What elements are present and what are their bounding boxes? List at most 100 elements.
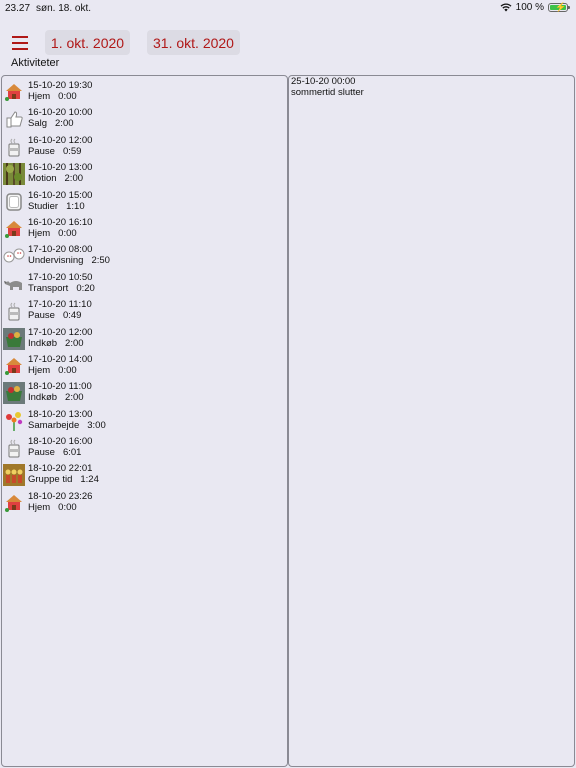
activity-datetime: 18-10-20 22:01 [28, 463, 93, 475]
house-icon [3, 355, 25, 377]
activity-name: Hjem [28, 227, 51, 239]
activity-name-line: Salg 2:00 [28, 118, 74, 129]
activity-duration: 6:01 [62, 447, 82, 459]
house-icon [3, 492, 25, 514]
activity-name: Gruppe tid [28, 474, 73, 486]
activity-duration: 0:00 [58, 364, 77, 376]
faces-icon [3, 245, 25, 267]
activity-name-line: Hjem 0:00 [28, 502, 77, 513]
activity-name: Transport [28, 282, 69, 294]
activity-duration: 1:24 [80, 474, 99, 486]
activity-row[interactable]: 17-10-20 14:00 Hjem 0:00 [2, 353, 287, 380]
section-title: Aktiviteter [11, 57, 60, 69]
activity-row[interactable]: 16-10-20 13:00 Motion 2:00 [2, 161, 287, 188]
activity-list: 15-10-20 19:30 Hjem 0:00 16-10-20 10:00 Salg… [2, 79, 287, 517]
status-right: 100 % ⚡ [500, 2, 570, 13]
activity-name-line: Pause 6:01 [28, 447, 81, 458]
wifi-icon [500, 3, 512, 12]
activity-name-line: Pause 0:49 [28, 310, 81, 321]
rhino-icon [3, 273, 25, 295]
activity-duration: 3:00 [87, 419, 106, 431]
activity-row[interactable]: 17-10-20 08:00 Undervisning 2:50 [2, 243, 287, 270]
activity-row[interactable]: 17-10-20 12:00 Indkøb 2:00 [2, 326, 287, 353]
shopping-basket-icon [3, 382, 25, 405]
activity-duration: 0:00 [58, 501, 77, 513]
activity-row[interactable]: 16-10-20 10:00 Salg 2:00 [2, 106, 287, 133]
activity-name: Motion [28, 173, 57, 185]
activity-name-line: Indkøb 2:00 [28, 392, 84, 403]
activity-row[interactable]: 18-10-20 13:00 Samarbejde 3:00 [2, 408, 287, 435]
activity-row[interactable]: 16-10-20 16:10 Hjem 0:00 [2, 216, 287, 243]
activity-duration: 0:20 [76, 282, 95, 294]
activity-datetime: 17-10-20 10:50 [28, 271, 93, 283]
charging-bolt-icon: ⚡ [555, 2, 567, 12]
activity-datetime: 17-10-20 11:10 [28, 299, 92, 311]
activity-row[interactable]: 16-10-20 12:00 Pause 0:59 [2, 134, 287, 161]
activity-name: Indkøb [28, 392, 58, 404]
status-date: søn. 18. okt. [36, 3, 92, 14]
group-icon [3, 464, 25, 487]
activity-name: Hjem [28, 364, 51, 376]
activity-row[interactable]: 17-10-20 11:10 Pause 0:49 [2, 298, 287, 325]
shopping-basket-icon [3, 327, 25, 350]
activity-row[interactable]: 15-10-20 19:30 Hjem 0:00 [2, 79, 287, 106]
activity-datetime: 16-10-20 13:00 [28, 162, 93, 174]
activity-row[interactable]: 16-10-20 15:00 Studier 1:10 [2, 189, 287, 216]
thumbs-up-icon [3, 108, 25, 130]
status-bar: 23.27 søn. 18. okt. 100 % ⚡ [0, 0, 576, 18]
activity-name-line: Indkøb 2:00 [28, 338, 84, 349]
activity-name-line: Hjem 0:00 [28, 91, 77, 102]
activity-name-line: Undervisning 2:50 [28, 255, 110, 266]
activity-name-line: Hjem 0:00 [28, 365, 77, 376]
activity-row[interactable]: 17-10-20 10:50 Transport 0:20 [2, 271, 287, 298]
activity-name: Hjem [28, 91, 51, 102]
from-date-button[interactable]: 1. okt. 2020 [45, 30, 130, 55]
battery-percent: 100 % [515, 2, 544, 13]
activity-duration: 2:00 [65, 337, 84, 349]
activity-duration: 1:10 [66, 200, 85, 212]
activity-name-line: Studier 1:10 [28, 201, 85, 212]
frame-icon [3, 191, 25, 213]
activity-row[interactable]: 18-10-20 22:01 Gruppe tid 1:24 [2, 462, 287, 489]
activity-datetime: 16-10-20 15:00 [28, 189, 93, 201]
house-icon [3, 81, 25, 103]
battery-icon: ⚡ [548, 2, 570, 12]
event-text: sommertid slutter [291, 87, 364, 98]
activity-name-line: Transport 0:20 [28, 283, 95, 294]
activity-duration: 2:00 [65, 392, 84, 404]
activity-name: Pause [28, 310, 55, 322]
activity-name-line: Samarbejde 3:00 [28, 420, 106, 431]
coffee-cup-icon [3, 136, 25, 158]
activity-datetime: 17-10-20 12:00 [28, 326, 93, 338]
coffee-cup-icon [3, 437, 25, 459]
activity-name: Undervisning [28, 255, 84, 267]
to-date-button[interactable]: 31. okt. 2020 [147, 30, 240, 55]
activity-duration: 0:49 [62, 310, 82, 322]
house-icon [3, 218, 25, 240]
activity-name: Indkøb [28, 337, 58, 349]
activity-row[interactable]: 18-10-20 23:26 Hjem 0:00 [2, 490, 287, 517]
activities-panel[interactable]: 15-10-20 19:30 Hjem 0:00 16-10-20 10:00 Salg… [1, 75, 288, 767]
activity-name: Hjem [28, 501, 51, 513]
activity-datetime: 18-10-20 13:00 [28, 408, 93, 420]
activity-name: Salg [28, 118, 48, 130]
activity-name: Studier [28, 200, 59, 212]
events-panel[interactable]: 25-10-20 00:00 sommertid slutter [288, 75, 575, 767]
activity-duration: 2:00 [55, 118, 74, 130]
flowers-icon [3, 410, 25, 432]
status-time: 23.27 [5, 3, 31, 14]
activity-datetime: 17-10-20 14:00 [28, 353, 93, 365]
activity-row[interactable]: 18-10-20 16:00 Pause 6:01 [2, 435, 287, 462]
activity-name: Pause [28, 447, 55, 459]
activity-duration: 2:50 [91, 255, 110, 267]
coffee-cup-icon [3, 300, 25, 322]
activity-datetime: 16-10-20 10:00 [28, 107, 93, 119]
activity-name-line: Gruppe tid 1:24 [28, 474, 99, 485]
hamburger-menu-icon[interactable] [12, 36, 28, 50]
activity-duration: 2:00 [64, 173, 84, 185]
activity-row[interactable]: 18-10-20 11:00 Indkøb 2:00 [2, 380, 287, 407]
activity-name: Pause [28, 145, 55, 157]
activity-name-line: Pause 0:59 [28, 146, 81, 157]
activity-name: Samarbejde [28, 419, 80, 431]
activity-datetime: 18-10-20 16:00 [28, 436, 93, 448]
